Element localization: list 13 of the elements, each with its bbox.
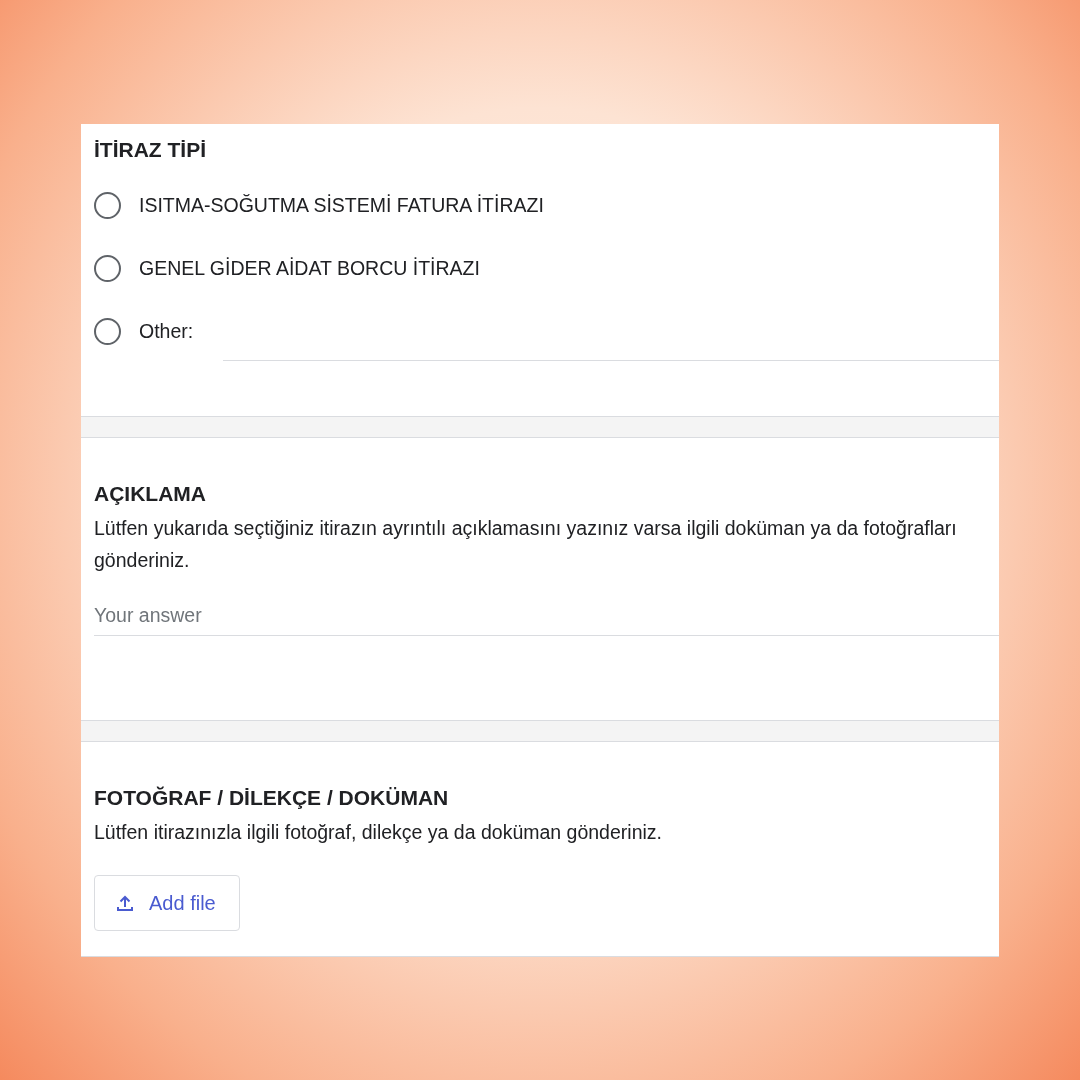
option-label: ISITMA-SOĞUTMA SİSTEMİ FATURA İTİRAZI: [139, 194, 544, 217]
radio-button[interactable]: [94, 192, 121, 219]
question-title: İTİRAZ TİPİ: [94, 138, 207, 162]
question-description: Lütfen itirazınızla ilgili fotoğraf, dilekçe ya da doküman gönderiniz.: [94, 820, 663, 845]
add-file-button[interactable]: Add file: [94, 875, 240, 931]
question-title: AÇIKLAMA: [94, 482, 207, 506]
option-label: GENEL GİDER AİDAT BORCU İTİRAZI: [139, 257, 480, 280]
radio-button[interactable]: [94, 318, 121, 345]
radio-button[interactable]: [94, 255, 121, 282]
question-title: FOTOĞRAF / DİLEKÇE / DOKÜMAN: [94, 786, 450, 810]
upload-icon: [115, 893, 135, 913]
option-label: Other:: [139, 320, 194, 343]
question-description: Lütfen yukarıda seçtiğiniz itirazın ayrıntılı açıklamasını yazınız varsa ilgili doküman ya da fotoğrafları gönderiniz.: [94, 516, 958, 573]
